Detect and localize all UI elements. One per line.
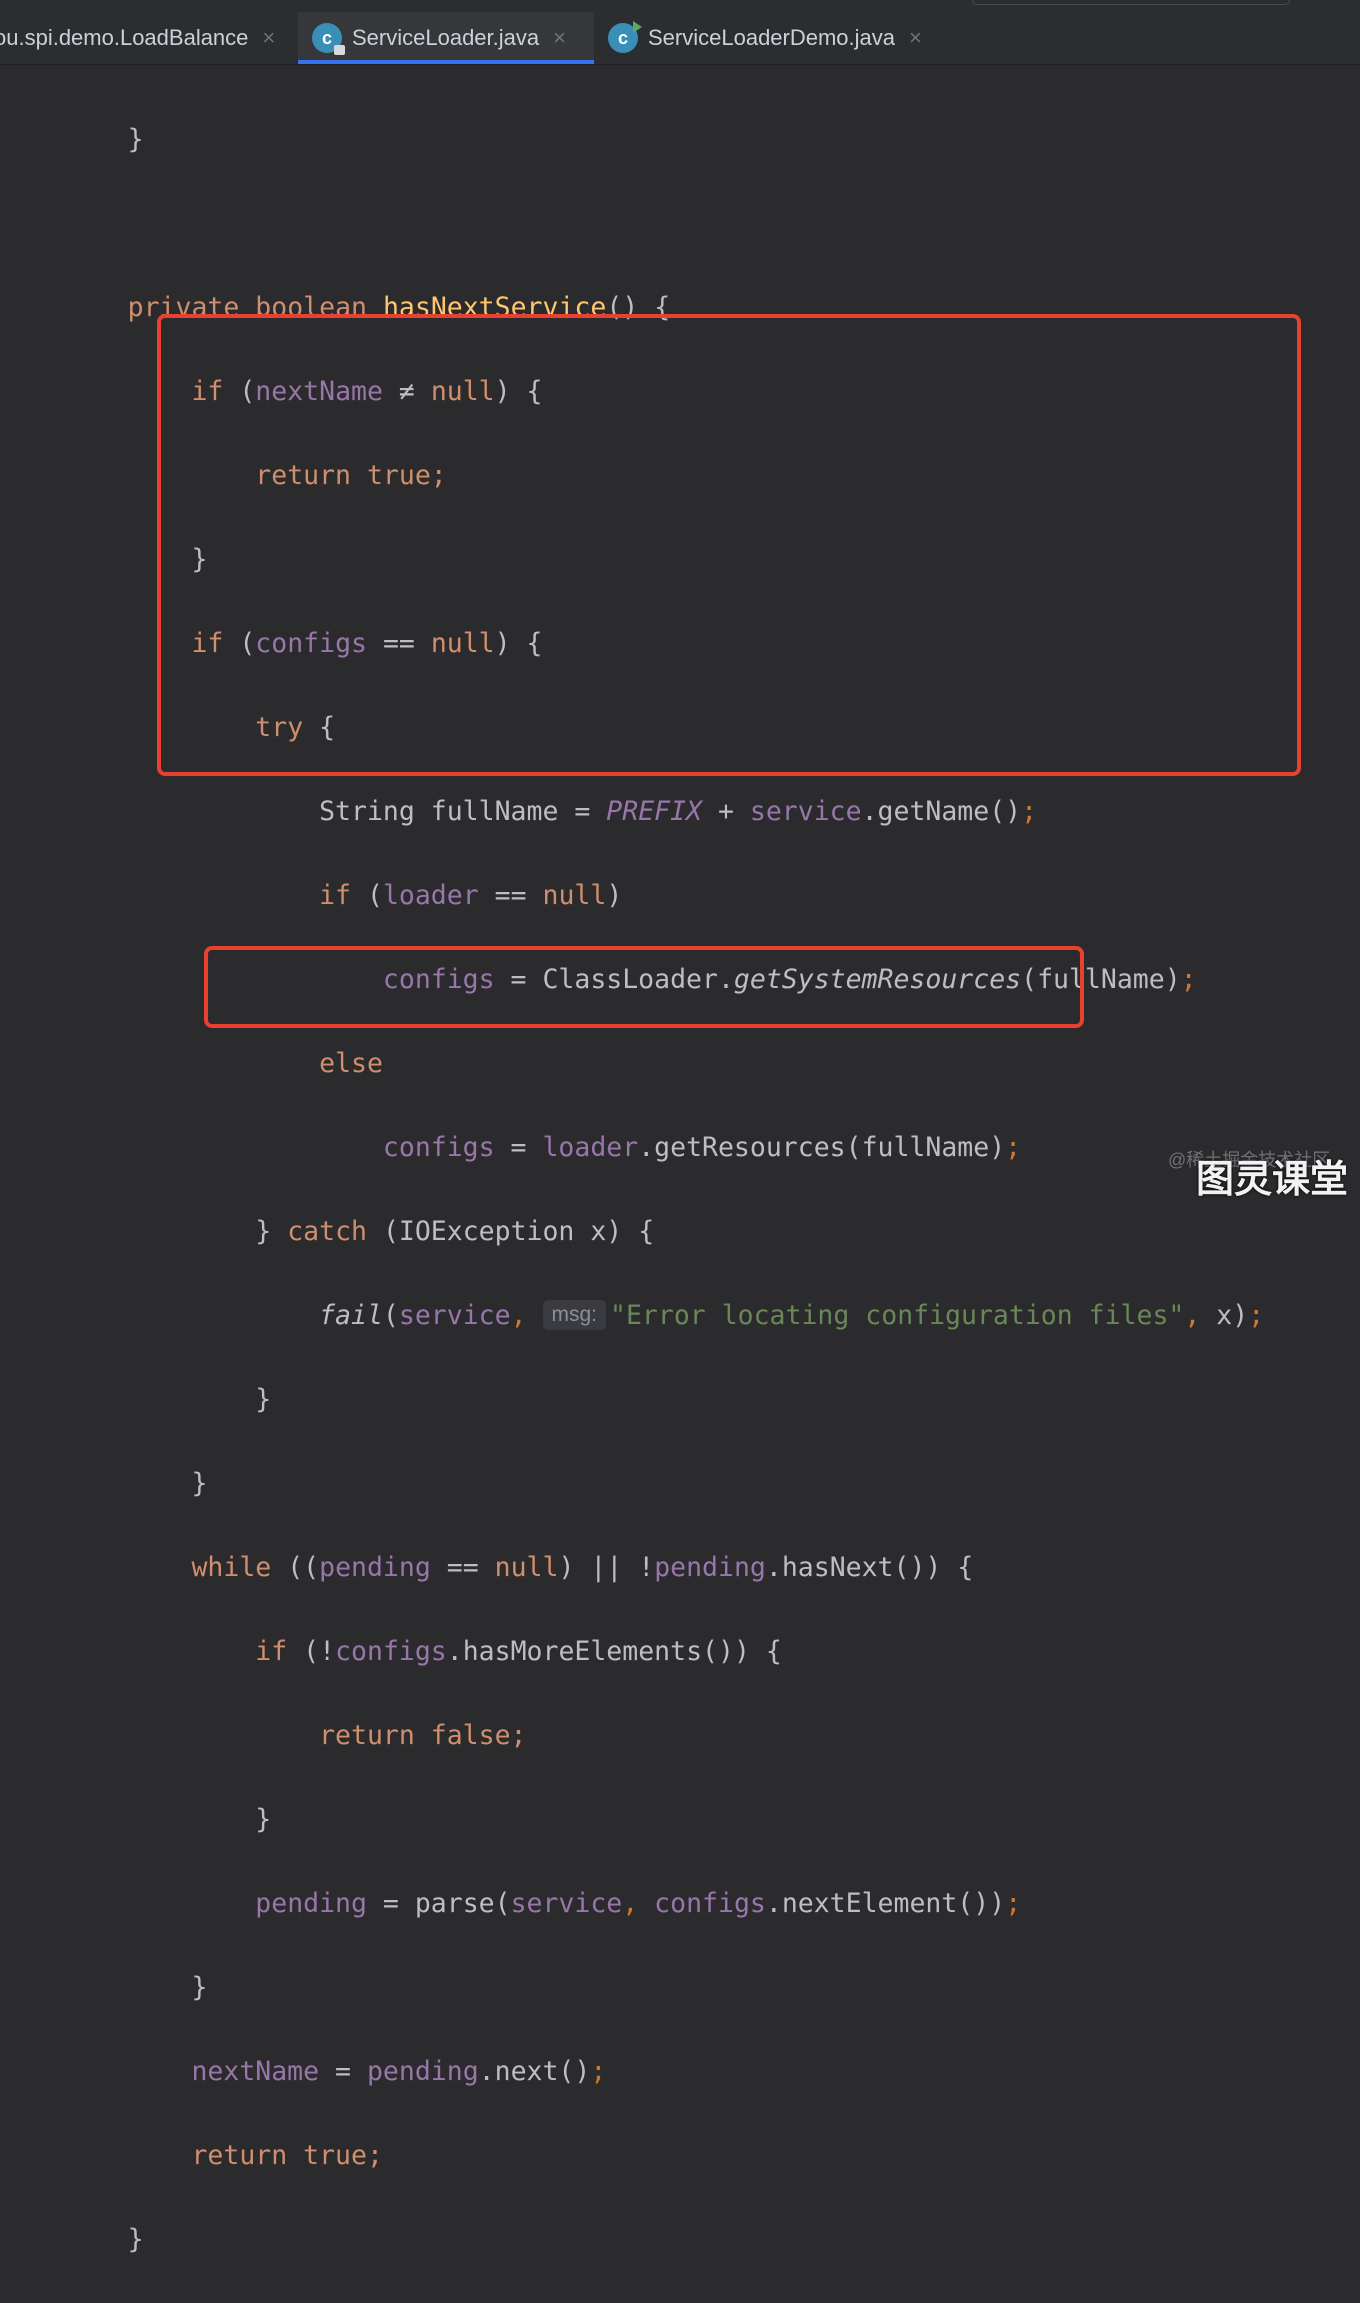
code-line: String fullName = PREFIX + service.getNa… (319, 796, 1038, 827)
code-line: while ((pending == null) || !pending.has… (191, 1552, 974, 1583)
tab-serviceloader-java[interactable]: c ServiceLoader.java × (298, 12, 594, 64)
watermark-logo-text: 图灵课堂 (1196, 1159, 1349, 1201)
code-line: if (!configs.hasMoreElements()) { (255, 1636, 782, 1667)
close-icon[interactable]: × (262, 25, 275, 51)
code-line: return false; (319, 1720, 527, 1751)
highlight-box-parse (204, 946, 1084, 1028)
code-line: fail(service, msg: "Error locating config… (319, 1300, 1265, 1331)
code-line: } catch (IOException x) { (255, 1216, 655, 1247)
tab-serviceloaderdemo-java[interactable]: c ServiceLoaderDemo.java × (608, 12, 948, 64)
code-line: if (loader == null) (319, 880, 623, 911)
highlight-box-configs-init (157, 314, 1301, 776)
tab-label: ServiceLoaderDemo.java (648, 25, 896, 50)
code-line: configs = loader.getResources(fullName); (382, 1132, 1022, 1163)
java-class-runnable-icon: c (608, 21, 642, 53)
code-line: } (127, 124, 144, 155)
code-line: } (255, 1384, 272, 1415)
code-line: } (191, 1468, 208, 1499)
toolbar-edge (972, 0, 1290, 5)
code-line: } (127, 2224, 144, 2255)
close-icon[interactable]: × (553, 25, 566, 51)
close-icon[interactable]: × (909, 25, 922, 51)
parameter-hint: msg: (542, 1300, 607, 1330)
java-class-locked-icon: c (312, 23, 345, 55)
code-line: pending = parse(service, configs.nextEle… (255, 1888, 1022, 1919)
code-line: return true; (191, 2140, 383, 2171)
tab-label: ou.spi.demo.LoadBalance (0, 25, 249, 50)
active-tab-indicator (298, 60, 594, 64)
code-line: } (255, 1804, 272, 1835)
editor-tab-bar: ou.spi.demo.LoadBalance × c ServiceLoade… (0, 0, 1360, 65)
code-line: else (319, 1048, 383, 1079)
tab-label: ServiceLoader.java (352, 25, 540, 50)
code-editor[interactable]: } private boolean hasNextService() { if … (0, 65, 1360, 2255)
code-line: } (191, 1972, 208, 2003)
code-line: nextName = pending.next(); (191, 2056, 607, 2087)
tab-loadbalance[interactable]: ou.spi.demo.LoadBalance × (0, 12, 290, 64)
